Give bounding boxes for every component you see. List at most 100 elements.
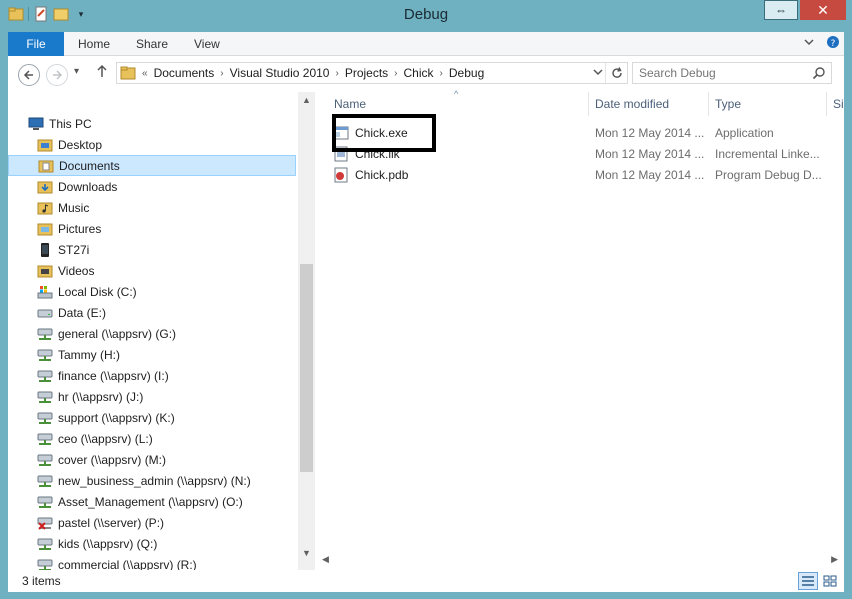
title-bar[interactable]: ▾ Debug ⇔ — ✕	[0, 0, 852, 32]
chevron-right-icon[interactable]: ›	[440, 68, 443, 79]
up-button[interactable]	[96, 64, 108, 81]
tree-item[interactable]: Tammy (H:)	[8, 344, 296, 365]
tree-item[interactable]: pastel (\\server) (P:)	[8, 512, 296, 533]
tree-item-label: hr (\\appsrv) (J:)	[58, 389, 144, 404]
network-drive-icon	[37, 559, 53, 570]
file-type: Incremental Linke...	[715, 147, 820, 161]
forward-arrow-icon	[53, 70, 63, 80]
search-icon[interactable]	[812, 66, 826, 80]
details-view-button[interactable]	[798, 572, 818, 590]
tree-item[interactable]: hr (\\appsrv) (J:)	[8, 386, 296, 407]
tree-item[interactable]: Data (E:)	[8, 302, 296, 323]
address-bar[interactable]: « Documents › Visual Studio 2010 › Proje…	[116, 62, 628, 84]
expand-ribbon-icon[interactable]	[804, 37, 814, 50]
tab-home[interactable]: Home	[78, 32, 110, 56]
tree-item[interactable]: Music	[8, 197, 296, 218]
network-drive-icon	[37, 496, 53, 508]
large-icons-view-icon	[823, 575, 837, 587]
tree-item[interactable]: ceo (\\appsrv) (L:)	[8, 428, 296, 449]
system-drive-icon	[37, 285, 53, 298]
close-button[interactable]: ✕	[800, 0, 846, 20]
chevron-right-icon[interactable]: ›	[335, 68, 338, 79]
details-view-icon	[802, 576, 814, 586]
tree-item[interactable]: new_business_admin (\\appsrv) (N:)	[8, 470, 296, 491]
tree-item-label: Desktop	[58, 137, 103, 152]
computer-icon	[28, 117, 44, 130]
back-button[interactable]	[18, 64, 40, 86]
navigation-scrollbar[interactable]: ▲ ▼	[298, 92, 315, 570]
scroll-down-icon[interactable]: ▼	[298, 545, 315, 562]
search-input[interactable]	[633, 63, 803, 83]
forward-button[interactable]	[46, 64, 68, 86]
refresh-button[interactable]	[605, 63, 627, 83]
file-name: Chick.pdb	[355, 168, 409, 182]
tree-item[interactable]: kids (\\appsrv) (Q:)	[8, 533, 296, 554]
tree-item-label: ST27i	[58, 242, 90, 257]
tree-item-label: ceo (\\appsrv) (L:)	[58, 431, 153, 446]
network-drive-icon	[37, 370, 53, 382]
tree-item[interactable]: finance (\\appsrv) (I:)	[8, 365, 296, 386]
tree-item-label: Data (E:)	[58, 305, 107, 320]
phone-icon	[41, 242, 49, 257]
file-row[interactable]: Chick.pdb Mon 12 May 2014 ... Program De…	[322, 165, 842, 186]
tree-item-label: cover (\\appsrv) (M:)	[58, 452, 167, 467]
breadcrumb-debug[interactable]: Debug	[449, 66, 484, 80]
network-drive-icon	[37, 349, 53, 361]
large-icons-view-button[interactable]	[820, 572, 840, 590]
breadcrumb-visual-studio[interactable]: Visual Studio 2010	[230, 66, 330, 80]
tree-item-label: This PC	[49, 116, 92, 131]
tree-item-label: pastel (\\server) (P:)	[58, 515, 165, 530]
breadcrumb-projects[interactable]: Projects	[345, 66, 388, 80]
tree-item-label: general (\\appsrv) (G:)	[58, 326, 177, 341]
tree-item[interactable]: ST27i	[8, 239, 296, 260]
column-header-type[interactable]: Type	[709, 92, 825, 116]
folder-icon	[120, 66, 136, 80]
chevron-right-icon[interactable]: ›	[394, 68, 397, 79]
tree-item[interactable]: Pictures	[8, 218, 296, 239]
window-controls: ⇔ — ✕	[764, 0, 846, 20]
network-drive-icon	[37, 391, 53, 403]
tree-item-label: Pictures	[58, 221, 102, 236]
tree-item[interactable]: commercial (\\appsrv) (R:)	[8, 554, 296, 570]
breadcrumb-overflow[interactable]: «	[142, 68, 148, 79]
column-header-size[interactable]: Si	[827, 92, 844, 116]
tree-item-this-pc[interactable]: This PC	[8, 113, 296, 134]
chevron-right-icon[interactable]: ›	[220, 68, 223, 79]
tree-item[interactable]: Asset_Management (\\appsrv) (O:)	[8, 491, 296, 512]
column-header-date-modified[interactable]: Date modified	[589, 92, 707, 116]
window-title: Debug	[403, 6, 449, 23]
restore-button[interactable]: ⇔	[764, 0, 798, 20]
documents-folder-icon	[38, 160, 54, 172]
tree-item[interactable]: Local Disk (C:)	[8, 281, 296, 302]
breadcrumb-chick[interactable]: Chick	[404, 66, 434, 80]
tree-item[interactable]: Desktop	[8, 134, 296, 155]
tab-file[interactable]: File	[8, 32, 64, 56]
scrollbar-thumb[interactable]	[300, 264, 313, 472]
tree-item[interactable]: cover (\\appsrv) (M:)	[8, 449, 296, 470]
tree-item-label: Music	[58, 200, 90, 215]
scroll-up-icon[interactable]: ▲	[298, 92, 315, 109]
tree-item-label: Documents	[59, 158, 120, 173]
search-box	[632, 62, 832, 84]
tree-item-label: commercial (\\appsrv) (R:)	[58, 557, 197, 571]
tree-item[interactable]: general (\\appsrv) (G:)	[8, 323, 296, 344]
tree-item[interactable]: Videos	[8, 260, 296, 281]
recent-locations-icon[interactable]: ▾	[74, 66, 79, 77]
tab-view[interactable]: View	[194, 32, 220, 56]
tab-share[interactable]: Share	[136, 32, 168, 56]
file-date: Mon 12 May 2014 ...	[595, 168, 705, 182]
tree-item-label: Local Disk (C:)	[58, 284, 137, 299]
navigation-pane[interactable]: This PC Desktop Documents Downloads Music Pi…	[8, 92, 298, 570]
desktop-folder-icon	[37, 139, 53, 151]
scroll-right-icon[interactable]: ▶	[831, 554, 838, 565]
tree-item[interactable]: support (\\appsrv) (K:)	[8, 407, 296, 428]
address-history-dropdown[interactable]	[593, 67, 603, 80]
breadcrumb-documents[interactable]: Documents	[154, 66, 215, 80]
tree-item[interactable]: Documents	[8, 155, 296, 176]
scroll-left-icon[interactable]: ◀	[322, 554, 329, 565]
help-icon[interactable]: ?	[826, 35, 840, 52]
tree-item[interactable]: Downloads	[8, 176, 296, 197]
column-header-name[interactable]: Name	[328, 92, 590, 116]
videos-folder-icon	[37, 265, 53, 277]
network-drive-icon	[37, 475, 53, 487]
